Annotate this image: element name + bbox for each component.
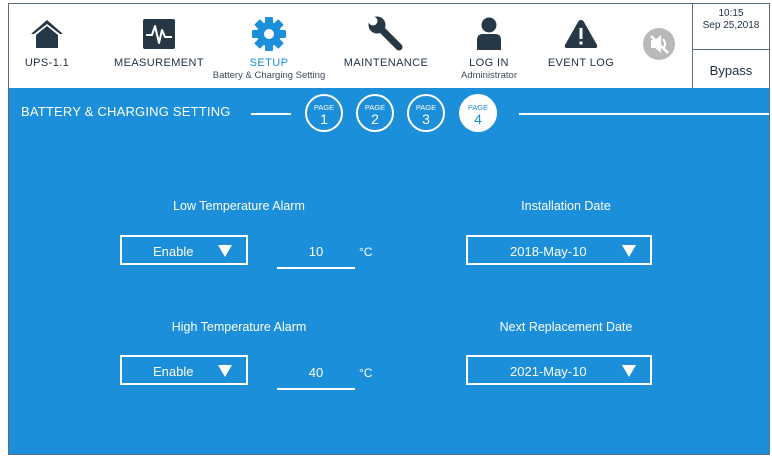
page-button-1[interactable]: PAGE 1 — [305, 94, 343, 132]
page-button-4[interactable]: PAGE 4 — [459, 94, 497, 132]
app-frame: UPS-1.1 MEASUREMENT SETUP Battery & Char… — [8, 3, 770, 455]
high-temp-value-input[interactable]: 40 — [277, 358, 355, 390]
high-temp-unit: °C — [359, 366, 373, 380]
gear-icon — [249, 16, 289, 52]
high-temp-alarm-title: High Temperature Alarm — [171, 320, 307, 334]
installation-date-title: Installation Date — [521, 199, 611, 213]
chevron-down-icon — [622, 245, 636, 257]
chevron-down-icon — [622, 365, 636, 377]
high-temp-alarm-select[interactable]: Enable — [120, 355, 248, 385]
title-divider-left — [251, 113, 291, 115]
high-temp-alarm-state: Enable — [153, 364, 194, 379]
nav-label-event-log: EVENT LOG — [547, 57, 615, 69]
nav-item-login[interactable]: LOG IN Administrator — [439, 4, 539, 88]
waveform-icon — [139, 16, 179, 52]
nav-item-event-log[interactable]: EVENT LOG — [533, 4, 629, 88]
nav-sub-login: Administrator — [461, 70, 517, 81]
page-button-2[interactable]: PAGE 2 — [356, 94, 394, 132]
page-button-number: 3 — [422, 111, 430, 127]
nav-item-maintenance[interactable]: MAINTENANCE — [331, 4, 441, 88]
page-button-number: 1 — [320, 111, 328, 127]
low-temp-unit: °C — [359, 245, 373, 259]
nav-label-maintenance: MAINTENANCE — [343, 57, 429, 69]
title-divider-right — [519, 113, 769, 115]
top-nav-bar: UPS-1.1 MEASUREMENT SETUP Battery & Char… — [9, 4, 769, 88]
chevron-down-icon — [218, 365, 232, 377]
status-panel: 10:15 Sep 25,2018 Bypass — [692, 4, 769, 88]
page-button-3[interactable]: PAGE 3 — [407, 94, 445, 132]
ups-mode-status: Bypass — [709, 63, 753, 78]
user-icon — [469, 16, 509, 52]
nav-label-ups: UPS-1.1 — [24, 57, 70, 69]
status-divider — [693, 49, 769, 50]
settings-panel: BATTERY & CHARGING SETTING PAGE 1 PAGE 2… — [9, 88, 769, 454]
nav-label-setup: SETUP — [249, 57, 289, 69]
wrench-icon — [366, 16, 406, 52]
clock-time: 10:15 — [718, 8, 744, 19]
warning-icon — [561, 16, 601, 52]
nav-item-ups[interactable]: UPS-1.1 — [9, 4, 85, 88]
nav-item-setup[interactable]: SETUP Battery & Charging Setting — [205, 4, 333, 88]
low-temp-alarm-state: Enable — [153, 244, 194, 259]
nav-label-login: LOG IN — [469, 57, 509, 69]
clock-date: Sep 25,2018 — [702, 20, 760, 31]
low-temp-value-input[interactable]: 10 — [277, 237, 355, 269]
nav-sub-setup: Battery & Charging Setting — [212, 70, 326, 81]
house-icon — [27, 16, 67, 52]
page-button-number: 2 — [371, 111, 379, 127]
mute-button[interactable] — [637, 4, 681, 88]
installation-date-select[interactable]: 2018-May-10 — [466, 235, 652, 265]
installation-date-value: 2018-May-10 — [510, 244, 587, 259]
next-replacement-date-title: Next Replacement Date — [499, 320, 633, 334]
panel-title: BATTERY & CHARGING SETTING — [21, 104, 231, 119]
speaker-muted-icon — [639, 26, 679, 62]
nav-label-measurement: MEASUREMENT — [114, 57, 204, 69]
chevron-down-icon — [218, 245, 232, 257]
low-temp-alarm-title: Low Temperature Alarm — [173, 199, 305, 213]
next-replacement-date-value: 2021-May-10 — [510, 364, 587, 379]
next-replacement-date-select[interactable]: 2021-May-10 — [466, 355, 652, 385]
page-button-number: 4 — [474, 111, 482, 127]
low-temp-alarm-select[interactable]: Enable — [120, 235, 248, 265]
nav-item-measurement[interactable]: MEASUREMENT — [99, 4, 219, 88]
